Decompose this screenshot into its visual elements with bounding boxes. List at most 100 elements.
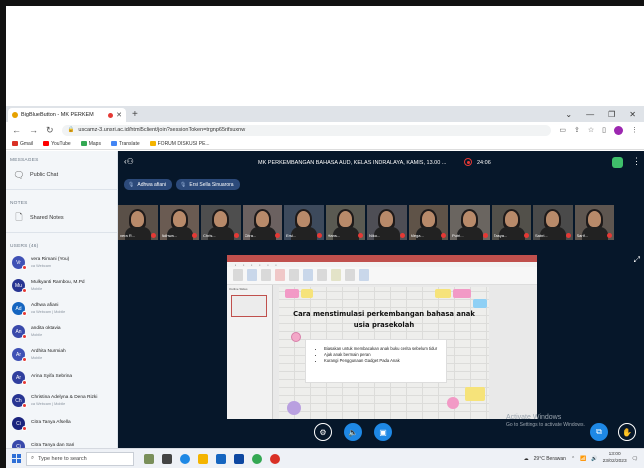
webcam-tile[interactable]: Sarif... bbox=[574, 205, 614, 240]
store-icon[interactable] bbox=[216, 453, 226, 464]
user-list-item[interactable]: Ch Christina Adelyna & Dena Rizki ca Webca… bbox=[6, 389, 117, 412]
talker-badge[interactable]: 🎙 Ersi Sella Sinuarora bbox=[176, 179, 240, 190]
toggle-sidebar-icon[interactable]: ‹⚇ bbox=[124, 157, 134, 166]
options-menu-icon[interactable]: ⋮ bbox=[632, 156, 641, 167]
raise-hand-button[interactable]: ✋ bbox=[618, 423, 636, 441]
weather-text[interactable]: 29°C Berawan bbox=[534, 456, 566, 462]
talker-badge[interactable]: 🎙 Adhwa afiani bbox=[124, 179, 172, 190]
divider bbox=[6, 189, 117, 190]
forward-arrow-icon[interactable]: → bbox=[29, 125, 38, 135]
network-icon[interactable]: 📶 bbox=[580, 456, 586, 462]
weather-widget-icon[interactable] bbox=[144, 453, 154, 464]
webcam-tile[interactable]: Hans... bbox=[325, 205, 365, 240]
app-icon[interactable] bbox=[270, 453, 280, 464]
user-list-item[interactable]: Mu Mulkyanti Rambou, M.Pd Mobile bbox=[6, 274, 117, 297]
reload-icon[interactable]: ↻ bbox=[46, 125, 54, 136]
settings-gear-button[interactable]: ⚙ bbox=[314, 423, 332, 441]
webcam-tile[interactable]: Adhwa... bbox=[159, 205, 199, 240]
slide-thumbnail-pane: Outline Slides bbox=[227, 285, 273, 419]
webcam-tile[interactable]: Ersi... bbox=[284, 205, 324, 240]
webcam-name: Mega... bbox=[410, 233, 424, 238]
ribbon-badge-decoration bbox=[291, 332, 301, 342]
cast-icon[interactable]: ▭ bbox=[559, 126, 566, 134]
slide-thumbnail bbox=[231, 295, 267, 317]
participant-face bbox=[338, 211, 352, 227]
file-explorer-icon[interactable] bbox=[198, 453, 208, 464]
bookmark-star-icon[interactable]: ☆ bbox=[588, 126, 594, 134]
profile-avatar[interactable] bbox=[614, 125, 623, 135]
taskbar-search-input[interactable]: ⌕ Type here to search bbox=[26, 451, 134, 466]
url-input[interactable]: 🔒 uscamz-3.unsri.ac.id/html5client/join?… bbox=[61, 124, 552, 136]
bookmark-label: Translate bbox=[118, 140, 140, 147]
tray-chevron-icon[interactable]: ⌃ bbox=[571, 456, 575, 462]
muted-mic-icon bbox=[22, 357, 27, 362]
connection-status-icon[interactable] bbox=[612, 157, 623, 168]
user-list-item[interactable]: Ad Adhwa afiani ca Webcam | Mobile bbox=[6, 297, 117, 320]
user-list-item[interactable]: An andita oktavia Mobile bbox=[6, 320, 117, 343]
user-list-item[interactable]: Vr vera Rimani (You) ca Webcam bbox=[6, 251, 117, 274]
minimize-button[interactable]: — bbox=[586, 110, 594, 119]
webcam-name: Niko... bbox=[369, 233, 381, 238]
taskbar-clock[interactable]: 13:00 23/02/2023 bbox=[603, 452, 627, 464]
chrome-icon[interactable] bbox=[252, 453, 262, 464]
shared-notes-item[interactable]: 🗋 Shared Notes bbox=[6, 208, 117, 228]
webcam-tile[interactable]: Citra... bbox=[242, 205, 282, 240]
user-list-item[interactable]: Ar Arina Syifa Sebrina bbox=[6, 366, 117, 389]
bookmark-forum[interactable]: FORUM DISKUSI PE... bbox=[149, 141, 210, 147]
user-avatar: Ad bbox=[12, 302, 27, 316]
user-status: ca Webcam | Mobile bbox=[31, 401, 66, 406]
fullscreen-icon[interactable]: ⤢ bbox=[634, 255, 640, 265]
volume-icon[interactable]: 🔊 bbox=[591, 456, 597, 462]
participant-face bbox=[131, 211, 144, 227]
sidebar-icon[interactable]: ▯ bbox=[602, 126, 606, 134]
user-list-item[interactable]: Ar Ardhita Nurmiah Mobile bbox=[6, 343, 117, 366]
talker-name: Adhwa afiani bbox=[137, 181, 166, 188]
blank-area bbox=[6, 6, 644, 106]
search-placeholder: Type here to search bbox=[38, 455, 87, 462]
maximize-button[interactable]: ❐ bbox=[608, 110, 615, 119]
browser-tab[interactable]: BigBlueButton - MK PERKEM ✕ bbox=[8, 108, 126, 122]
task-view-icon[interactable] bbox=[162, 453, 172, 464]
webcam-tile[interactable]: Putri... bbox=[450, 205, 490, 240]
share-icon[interactable]: ⇪ bbox=[574, 126, 580, 134]
back-arrow-icon[interactable]: ← bbox=[12, 125, 21, 135]
mail-icon[interactable] bbox=[234, 453, 244, 464]
participant-face bbox=[463, 211, 476, 227]
user-initials: Ch bbox=[15, 397, 22, 404]
bookmark-translate[interactable]: Translate bbox=[110, 140, 140, 147]
audio-button[interactable]: 🔈 bbox=[344, 423, 362, 441]
edge-icon[interactable] bbox=[180, 453, 190, 464]
bookmark-maps[interactable]: Maps bbox=[80, 141, 101, 147]
close-tab-icon[interactable]: ✕ bbox=[116, 111, 122, 119]
webcam-tile[interactable]: Tasya... bbox=[491, 205, 531, 240]
windows-taskbar: ⌕ Type here to search ☁ 29°C Berawan ⌃ 📶… bbox=[6, 448, 644, 468]
search-icon: ⌕ bbox=[31, 455, 35, 461]
camera-button[interactable]: ▣ bbox=[374, 423, 392, 441]
user-list-item[interactable]: Ci Citra Tanya Afsella bbox=[6, 412, 117, 435]
muted-mic-icon bbox=[482, 233, 488, 238]
chat-icon: 🗨 bbox=[13, 169, 25, 180]
tab-search-button[interactable]: ⌄ bbox=[565, 110, 572, 119]
webcam-name: Putri... bbox=[452, 233, 464, 238]
notifications-icon[interactable]: 🗨 bbox=[632, 456, 638, 462]
close-window-button[interactable]: ✕ bbox=[629, 110, 636, 119]
tab-title: BigBlueButton - MK PERKEM bbox=[21, 112, 94, 118]
conference-main: ‹⚇ MK PERKEMBANGAN BAHASA AUD, KELAS IND… bbox=[118, 151, 644, 448]
webcam-tile[interactable]: Mega... bbox=[408, 205, 448, 240]
new-tab-button[interactable]: + bbox=[132, 109, 138, 120]
user-list-item[interactable]: Ci Citra Tanya dan Sari bbox=[6, 435, 117, 448]
webcam-strip: vera R... Adhwa... Chris... Citra... Ersi...… bbox=[118, 205, 644, 240]
bookmark-gmail[interactable]: Gmail bbox=[12, 141, 33, 147]
bookmark-youtube[interactable]: YouTube bbox=[43, 141, 71, 147]
webcam-tile[interactable]: Niko... bbox=[367, 205, 407, 240]
screenshare-button[interactable]: ⧉ bbox=[590, 423, 608, 441]
webcam-tile[interactable]: Chris... bbox=[201, 205, 241, 240]
record-icon[interactable] bbox=[464, 158, 472, 166]
weather-icon: ☁ bbox=[523, 455, 529, 462]
webcam-tile[interactable]: Sabri... bbox=[533, 205, 573, 240]
windows-start-icon[interactable] bbox=[12, 454, 21, 463]
webcam-tile[interactable]: vera R... bbox=[118, 205, 158, 240]
webcam-name: Citra... bbox=[244, 233, 257, 238]
menu-dots-icon[interactable]: ⋮ bbox=[631, 126, 638, 134]
public-chat-item[interactable]: 🗨 Public Chat bbox=[6, 165, 117, 185]
